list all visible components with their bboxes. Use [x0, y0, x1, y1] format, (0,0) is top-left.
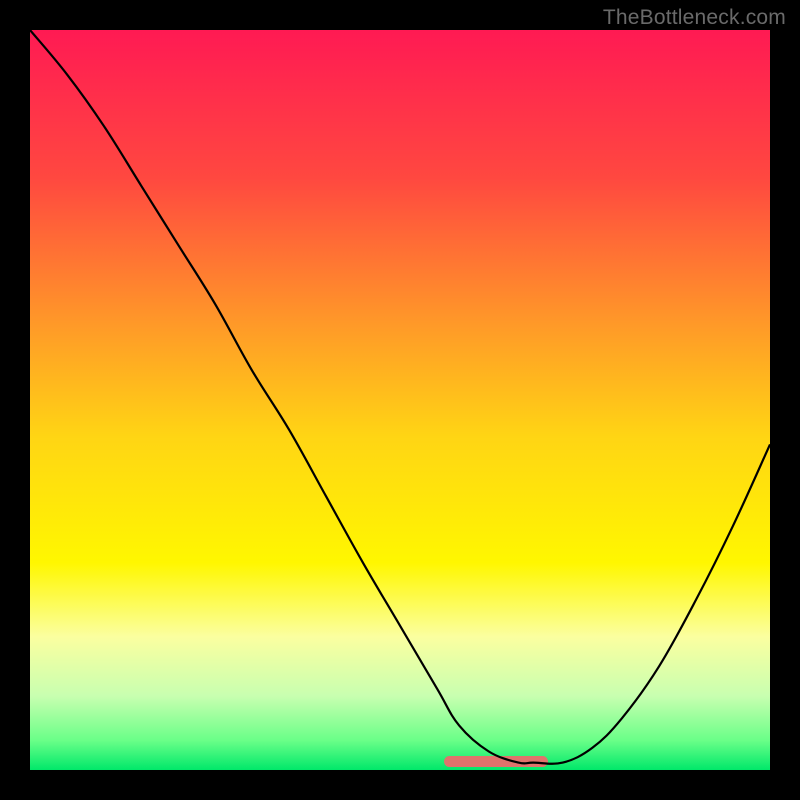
bottleneck-curve [30, 30, 770, 770]
watermark-text: TheBottleneck.com [603, 6, 786, 30]
plot-area [30, 30, 770, 770]
